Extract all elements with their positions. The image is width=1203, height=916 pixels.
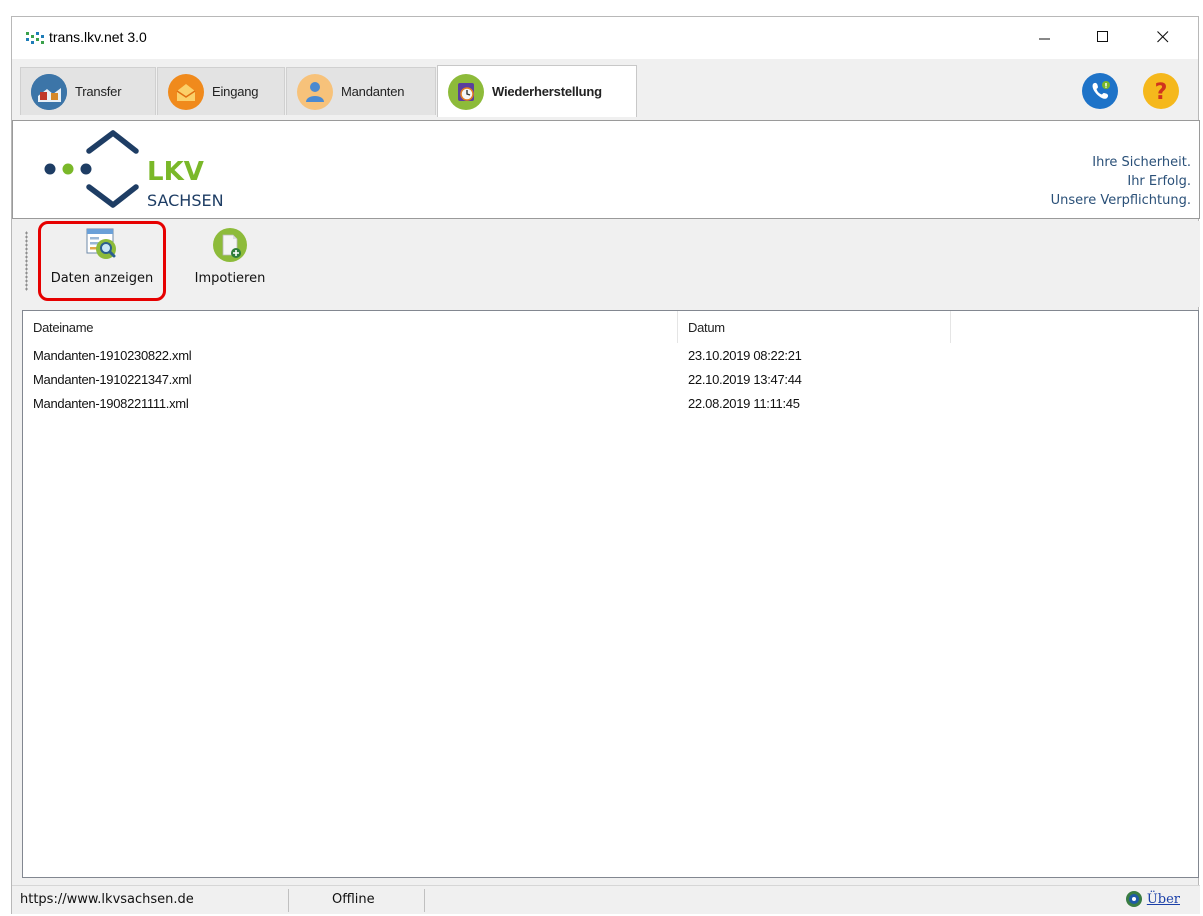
inbox-icon bbox=[168, 73, 204, 110]
connection-status: Offline bbox=[332, 892, 375, 907]
view-data-button[interactable]: Daten anzeigen bbox=[42, 227, 162, 297]
help-button[interactable]: ? bbox=[1143, 73, 1179, 109]
support-phone-icon bbox=[1082, 73, 1118, 109]
tab-eingang[interactable]: Eingang bbox=[157, 67, 285, 115]
close-icon bbox=[1157, 31, 1169, 43]
tab-transfer[interactable]: Transfer bbox=[20, 67, 156, 115]
status-divider bbox=[424, 889, 425, 912]
status-url: https://www.lkvsachsen.de bbox=[20, 892, 194, 907]
import-document-icon bbox=[213, 228, 247, 262]
tab-wiederherstellung-label: Wiederherstellung bbox=[492, 84, 602, 99]
close-button[interactable] bbox=[1140, 17, 1186, 57]
lkv-sachsen-logo bbox=[44, 130, 139, 208]
tab-transfer-label: Transfer bbox=[75, 84, 122, 99]
support-button[interactable] bbox=[1082, 73, 1118, 109]
logo-sachsen-text: SACHSEN bbox=[147, 191, 224, 210]
tab-bar: Transfer Eingang Mandanten Wiederherstel… bbox=[12, 65, 1198, 119]
toolbar: Daten anzeigen Impotieren bbox=[12, 221, 1200, 307]
view-data-label: Daten anzeigen bbox=[50, 271, 154, 286]
file-name: Mandanten-1910221347.xml bbox=[33, 372, 192, 387]
minimize-button[interactable] bbox=[1022, 17, 1068, 57]
slogan-line-3: Unsere Verpflichtung. bbox=[1050, 193, 1191, 208]
slogan: Ihre Sicherheit. Ihr Erfolg. Unsere Verp… bbox=[1051, 153, 1191, 210]
import-button[interactable]: Impotieren bbox=[180, 227, 280, 297]
file-name: Mandanten-1908221111.xml bbox=[33, 396, 189, 411]
tab-eingang-label: Eingang bbox=[212, 84, 259, 99]
maximize-icon bbox=[1097, 31, 1108, 42]
client-person-icon bbox=[297, 73, 333, 110]
file-date: 22.10.2019 13:47:44 bbox=[688, 372, 802, 387]
table-row[interactable]: Mandanten-1910221347.xml 22.10.2019 13:4… bbox=[23, 368, 1198, 392]
import-label: Impotieren bbox=[194, 271, 266, 286]
transfer-icon bbox=[31, 73, 67, 110]
brand-banner: LKV SACHSEN Ihre Sicherheit. Ihr Erfolg.… bbox=[12, 120, 1200, 219]
minimize-icon bbox=[1039, 38, 1050, 40]
tab-mandanten-label: Mandanten bbox=[341, 84, 405, 99]
status-divider bbox=[288, 889, 289, 912]
logo-lkv-text: LKV bbox=[147, 157, 204, 187]
table-row[interactable]: Mandanten-1908221111.xml 22.08.2019 11:1… bbox=[23, 392, 1198, 416]
file-date: 22.08.2019 11:11:45 bbox=[688, 396, 800, 411]
title-bar: trans.lkv.net 3.0 bbox=[12, 17, 1198, 59]
about-label: Über bbox=[1146, 891, 1180, 907]
slogan-line-1: Ihre Sicherheit. bbox=[1092, 155, 1191, 170]
slogan-line-2: Ihr Erfolg. bbox=[1127, 174, 1191, 189]
view-data-icon bbox=[86, 228, 116, 259]
column-header-date[interactable]: Datum bbox=[678, 311, 951, 343]
about-link[interactable]: Über bbox=[1125, 890, 1180, 908]
help-question-icon: ? bbox=[1143, 73, 1179, 109]
info-gear-icon bbox=[1125, 891, 1142, 907]
tab-wiederherstellung[interactable]: Wiederherstellung bbox=[437, 65, 637, 117]
app-logo-icon bbox=[26, 32, 44, 44]
backup-file-list[interactable]: Dateiname Datum Mandanten-1910230822.xml… bbox=[22, 310, 1199, 878]
list-header: Dateiname Datum bbox=[23, 311, 1198, 343]
table-row[interactable]: Mandanten-1910230822.xml 23.10.2019 08:2… bbox=[23, 344, 1198, 368]
file-name: Mandanten-1910230822.xml bbox=[33, 348, 192, 363]
file-date: 23.10.2019 08:22:21 bbox=[688, 348, 802, 363]
restore-clock-icon bbox=[448, 73, 484, 110]
status-bar: https://www.lkvsachsen.de Offline Über bbox=[12, 885, 1200, 914]
app-window: trans.lkv.net 3.0 Transfer Eingang Manda… bbox=[11, 16, 1200, 914]
window-title: trans.lkv.net 3.0 bbox=[49, 29, 147, 45]
toolbar-grip[interactable] bbox=[25, 231, 28, 291]
svg-text:?: ? bbox=[1155, 80, 1168, 105]
tab-mandanten[interactable]: Mandanten bbox=[286, 67, 436, 115]
column-header-filename[interactable]: Dateiname bbox=[23, 311, 678, 343]
maximize-button[interactable] bbox=[1080, 17, 1126, 57]
